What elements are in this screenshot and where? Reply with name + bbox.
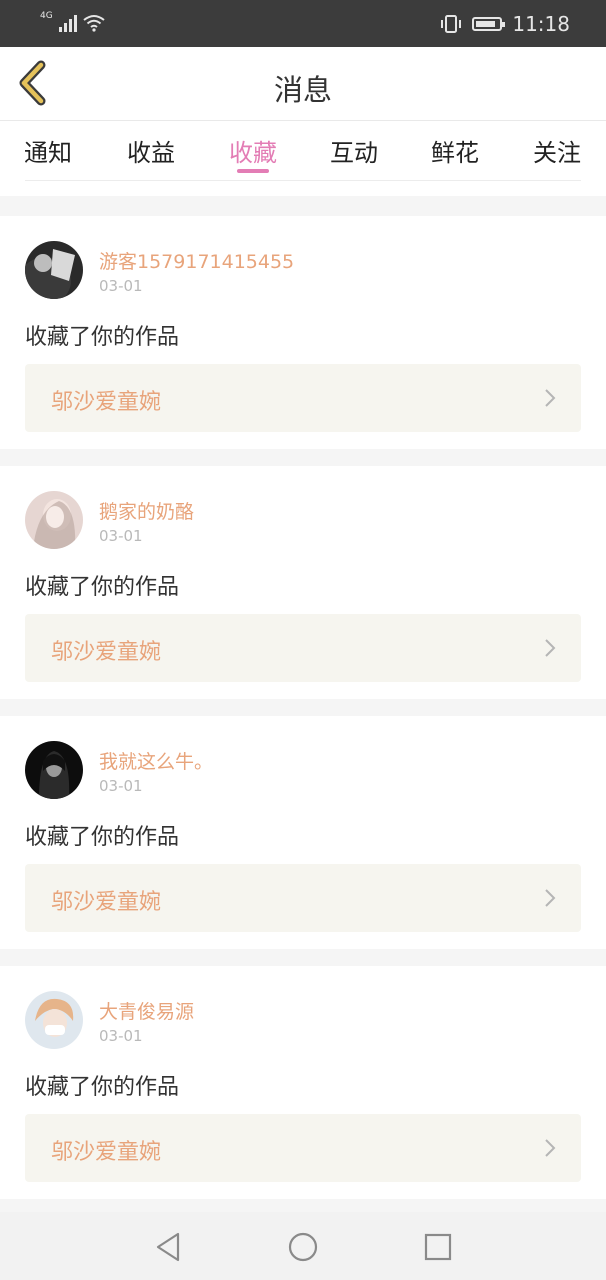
username[interactable]: 游客1579171415455 (99, 247, 294, 274)
chevron-right-icon (545, 389, 556, 407)
tab-earnings[interactable]: 收益 (127, 133, 175, 168)
signal-icon (58, 14, 77, 32)
avatar[interactable] (25, 241, 83, 299)
header-bar: 消息 (0, 47, 606, 121)
chevron-right-icon (545, 889, 556, 907)
username[interactable]: 我就这么牛。 (99, 747, 213, 774)
work-link[interactable]: 邬沙爱童婉 (25, 864, 581, 932)
recents-square-icon[interactable] (421, 1230, 455, 1264)
avatar[interactable] (25, 991, 83, 1049)
message-text: 收藏了你的作品 (25, 325, 180, 350)
tab-label: 互动 (330, 139, 378, 167)
status-right: 11:18 (440, 12, 570, 36)
network-type: 4G (40, 11, 53, 21)
username[interactable]: 鹅家的奶酪 (99, 497, 194, 524)
list-item: 我就这么牛。 03-01 收藏了你的作品 邬沙爱童婉 (0, 716, 606, 949)
tab-label: 鲜花 (431, 139, 479, 167)
tab-label: 收藏 (229, 139, 277, 167)
work-title: 邬沙爱童婉 (51, 390, 162, 415)
tab-divider (25, 180, 581, 181)
timestamp: 03-01 (99, 777, 143, 795)
tab-bar: 通知 收益 收藏 互动 鲜花 关注 (0, 121, 606, 196)
tab-favorites[interactable]: 收藏 (229, 133, 277, 173)
active-tab-indicator (237, 169, 269, 173)
avatar[interactable] (25, 491, 83, 549)
timestamp: 03-01 (99, 527, 143, 545)
work-title: 邬沙爱童婉 (51, 890, 162, 915)
message-text: 收藏了你的作品 (25, 575, 180, 600)
page-title: 消息 (273, 73, 332, 107)
wifi-icon (83, 15, 105, 32)
work-link[interactable]: 邬沙爱童婉 (25, 364, 581, 432)
work-title: 邬沙爱童婉 (51, 1140, 162, 1165)
list-item: 大青俊易源 03-01 收藏了你的作品 邬沙爱童婉 (0, 966, 606, 1199)
username[interactable]: 大青俊易源 (99, 997, 194, 1024)
tab-follows[interactable]: 关注 (533, 133, 581, 168)
vibrate-icon (441, 15, 462, 33)
tab-notifications[interactable]: 通知 (24, 133, 72, 168)
list-item: 游客1579171415455 03-01 收藏了你的作品 邬沙爱童婉 (0, 216, 606, 449)
work-title: 邬沙爱童婉 (51, 640, 162, 665)
tab-label: 关注 (533, 139, 581, 167)
chevron-right-icon (545, 639, 556, 657)
status-left: 4G (40, 12, 105, 32)
home-circle-icon[interactable] (286, 1230, 320, 1264)
work-link[interactable]: 邬沙爱童婉 (25, 614, 581, 682)
tab-label: 收益 (127, 139, 175, 167)
timestamp: 03-01 (99, 1027, 143, 1045)
back-triangle-icon[interactable] (152, 1230, 186, 1264)
tab-label: 通知 (24, 139, 72, 167)
list-item: 鹅家的奶酪 03-01 收藏了你的作品 邬沙爱童婉 (0, 466, 606, 699)
chevron-right-icon (545, 1139, 556, 1157)
message-text: 收藏了你的作品 (25, 1075, 180, 1100)
tab-interactions[interactable]: 互动 (330, 133, 378, 168)
work-link[interactable]: 邬沙爱童婉 (25, 1114, 581, 1182)
avatar[interactable] (25, 741, 83, 799)
tab-flowers[interactable]: 鲜花 (431, 133, 479, 168)
system-nav-bar (0, 1212, 606, 1280)
timestamp: 03-01 (99, 277, 143, 295)
status-bar: 4G 11:18 (0, 0, 606, 47)
clock: 11:18 (512, 12, 570, 36)
message-text: 收藏了你的作品 (25, 825, 180, 850)
battery-icon (472, 17, 506, 31)
